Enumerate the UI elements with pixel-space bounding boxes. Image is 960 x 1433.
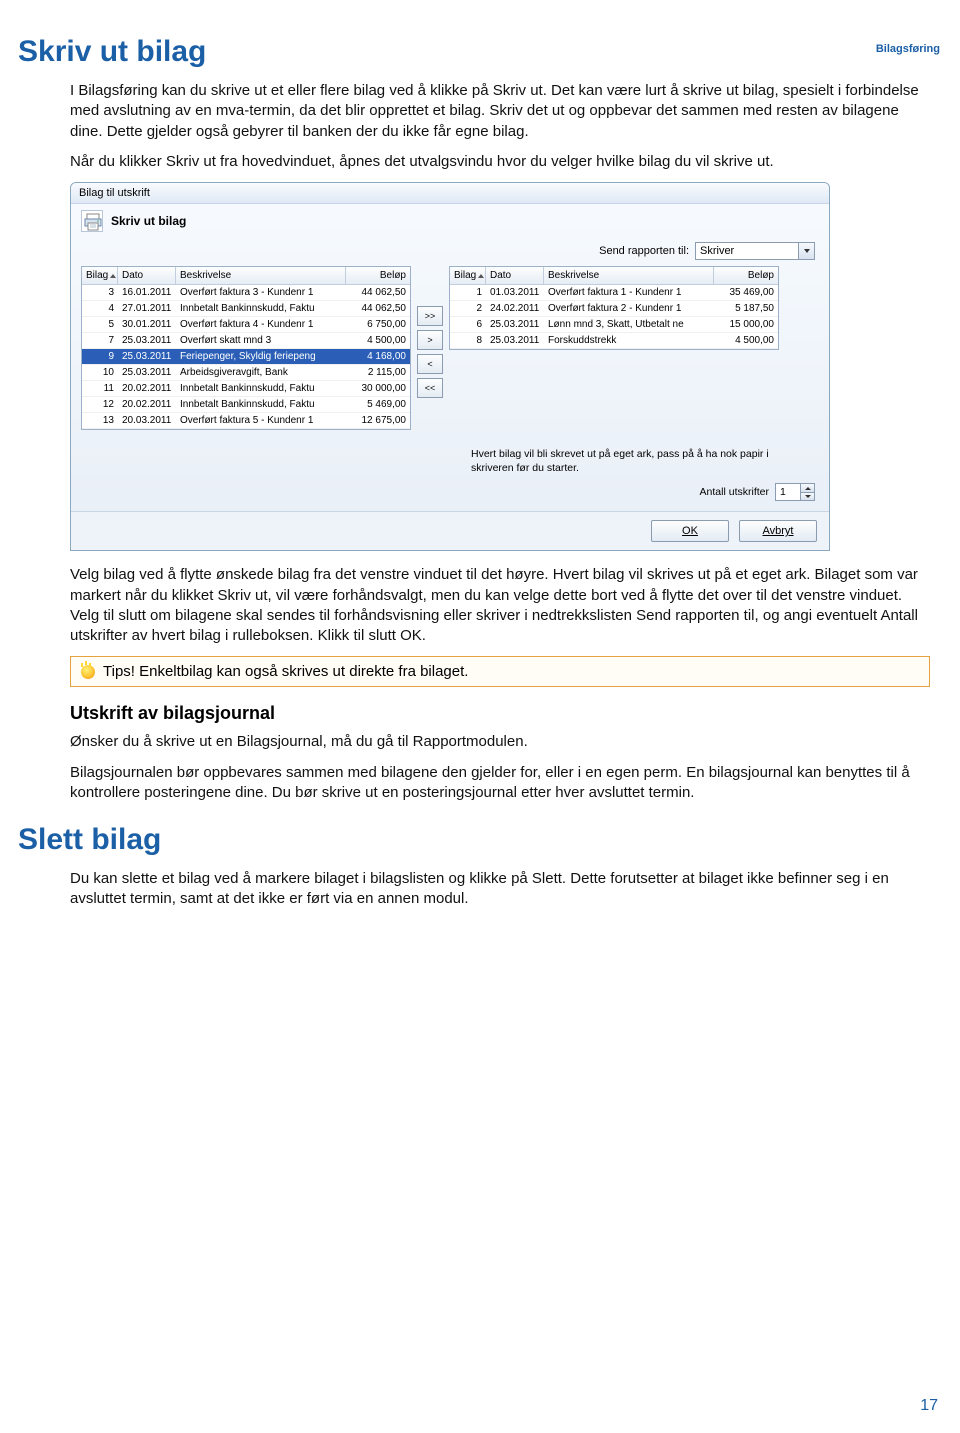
- table-row[interactable]: 101.03.2011Overført faktura 1 - Kundenr …: [450, 285, 778, 301]
- col-beskrivelse[interactable]: Beskrivelse: [544, 267, 714, 284]
- table-row[interactable]: 825.03.2011Forskuddstrekk4 500,00: [450, 333, 778, 349]
- table-row[interactable]: 530.01.2011Overført faktura 4 - Kundenr …: [82, 317, 410, 333]
- antall-spinner[interactable]: 1: [775, 483, 815, 501]
- instruction-paragraph: Velg bilag ved å flytte ønskede bilag fr…: [70, 565, 930, 646]
- table-row[interactable]: 224.02.2011Overført faktura 2 - Kundenr …: [450, 301, 778, 317]
- send-report-label: Send rapporten til:: [599, 245, 689, 257]
- slett-paragraph: Du kan slette et bilag ved å markere bil…: [70, 869, 930, 910]
- spinner-up-icon[interactable]: [801, 484, 814, 493]
- col-beskrivelse[interactable]: Beskrivelse: [176, 267, 346, 284]
- table-row[interactable]: 625.03.2011Lønn mnd 3, Skatt, Utbetalt n…: [450, 317, 778, 333]
- lightbulb-icon: [81, 665, 95, 679]
- sort-asc-icon: [478, 274, 484, 278]
- move-all-left-button[interactable]: <<: [417, 378, 443, 398]
- heading-slett-bilag: Slett bilag: [18, 823, 960, 857]
- page-number: 17: [920, 1397, 938, 1415]
- col-bilag[interactable]: Bilag: [82, 267, 118, 284]
- table-row[interactable]: 1320.03.2011Overført faktura 5 - Kundenr…: [82, 413, 410, 429]
- table-row[interactable]: 725.03.2011Overført skatt mnd 34 500,00: [82, 333, 410, 349]
- table-row[interactable]: 427.01.2011Innbetalt Bankinnskudd, Faktu…: [82, 301, 410, 317]
- cancel-button[interactable]: Avbryt: [739, 520, 817, 542]
- table-row[interactable]: 1220.02.2011Innbetalt Bankinnskudd, Fakt…: [82, 397, 410, 413]
- sort-asc-icon: [110, 274, 116, 278]
- selected-list[interactable]: Bilag Dato Beskrivelse Beløp 101.03.2011…: [449, 266, 779, 350]
- move-left-button[interactable]: <: [417, 354, 443, 374]
- table-row[interactable]: 316.01.2011Overført faktura 3 - Kundenr …: [82, 285, 410, 301]
- bilagsjournal-paragraph-1: Ønsker du å skrive ut en Bilagsjournal, …: [70, 732, 930, 752]
- dropdown-arrow-icon: [798, 243, 814, 259]
- table-row[interactable]: 925.03.2011Feriepenger, Skyldig feriepen…: [82, 349, 410, 365]
- antall-label: Antall utskrifter: [700, 486, 769, 498]
- col-dato[interactable]: Dato: [118, 267, 176, 284]
- col-bilag[interactable]: Bilag: [450, 267, 486, 284]
- print-dialog: Bilag til utskrift Skriv ut bilag Send r…: [70, 182, 830, 551]
- table-row[interactable]: 1025.03.2011Arbeidsgiveravgift, Bank2 11…: [82, 365, 410, 381]
- intro-paragraph-2: Når du klikker Skriv ut fra hovedvinduet…: [70, 152, 930, 172]
- available-list[interactable]: Bilag Dato Beskrivelse Beløp 316.01.2011…: [81, 266, 411, 430]
- send-report-value: Skriver: [700, 245, 734, 257]
- intro-paragraph-1: I Bilagsføring kan du skrive ut et eller…: [70, 81, 930, 142]
- move-all-right-button[interactable]: >>: [417, 306, 443, 326]
- heading-utskrift-bilagsjournal: Utskrift av bilagsjournal: [70, 703, 960, 724]
- heading-skriv-ut-bilag: Skriv ut bilag: [18, 35, 960, 69]
- dialog-title: Bilag til utskrift: [71, 183, 829, 204]
- dialog-toolbar-label: Skriv ut bilag: [111, 214, 186, 228]
- col-belop[interactable]: Beløp: [346, 267, 410, 284]
- dialog-info-text: Hvert bilag vil bli skrevet ut på eget a…: [471, 436, 811, 479]
- tips-text: Tips! Enkeltbilag kan også skrives ut di…: [103, 663, 468, 680]
- send-report-select[interactable]: Skriver: [695, 242, 815, 260]
- page-header-label: Bilagsføring: [876, 43, 940, 55]
- print-icon: [81, 210, 103, 232]
- col-dato[interactable]: Dato: [486, 267, 544, 284]
- spinner-down-icon[interactable]: [801, 493, 814, 501]
- tips-box: Tips! Enkeltbilag kan også skrives ut di…: [70, 656, 930, 687]
- antall-value: 1: [780, 486, 786, 498]
- bilagsjournal-paragraph-2: Bilagsjournalen bør oppbevares sammen me…: [70, 763, 930, 804]
- table-row[interactable]: 1120.02.2011Innbetalt Bankinnskudd, Fakt…: [82, 381, 410, 397]
- move-right-button[interactable]: >: [417, 330, 443, 350]
- col-belop[interactable]: Beløp: [714, 267, 778, 284]
- ok-button[interactable]: OK: [651, 520, 729, 542]
